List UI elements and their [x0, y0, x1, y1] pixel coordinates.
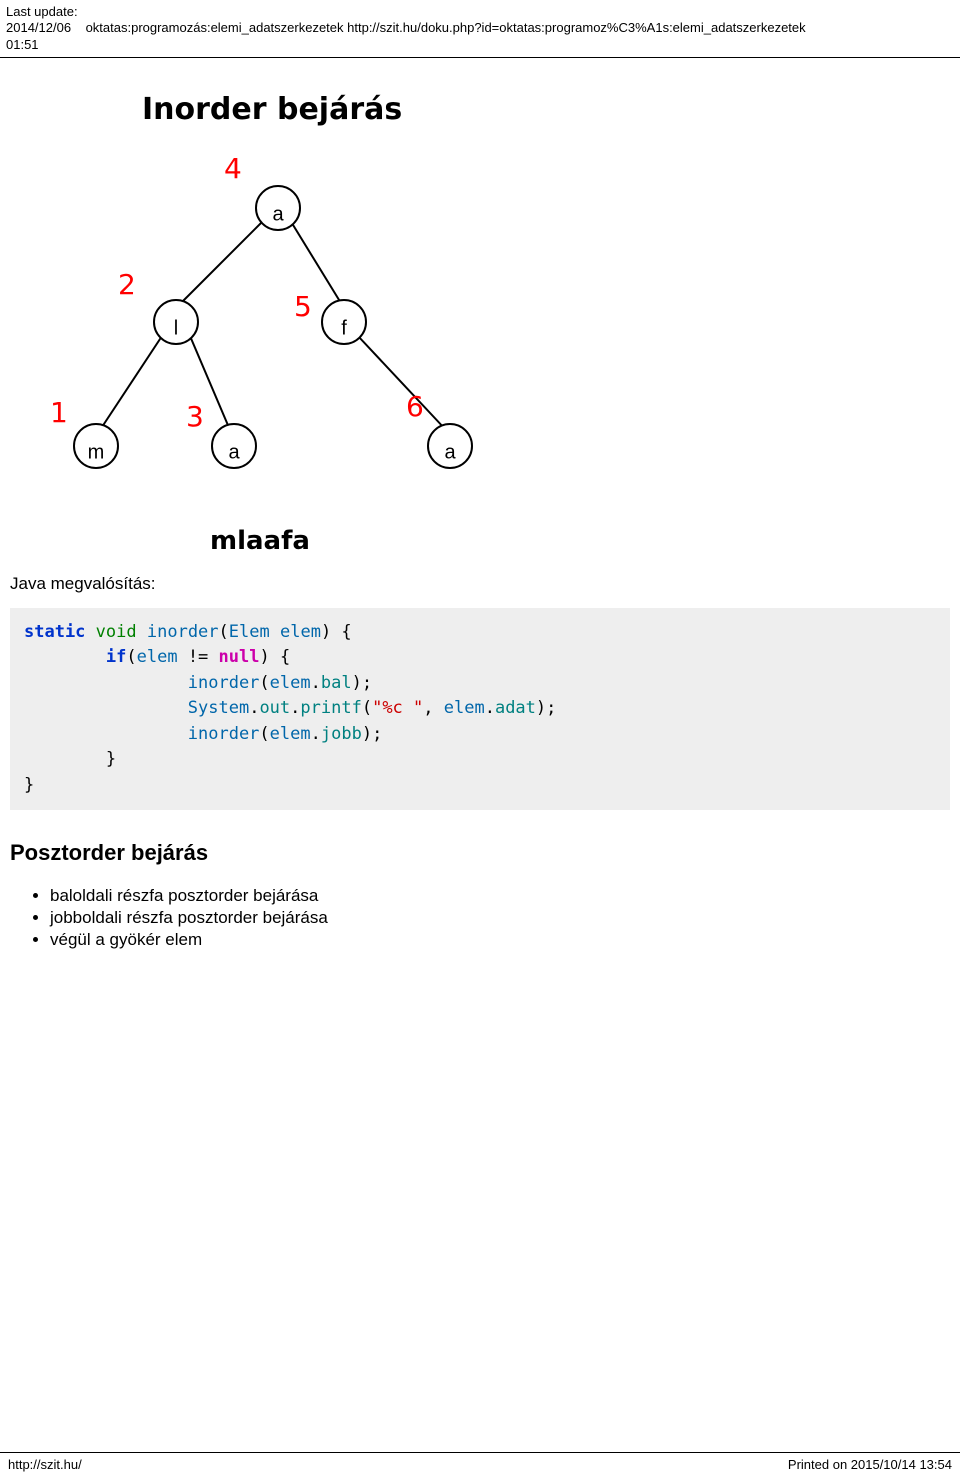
kw-null: null — [219, 647, 260, 667]
out: out — [259, 698, 290, 718]
type-elem: Elem — [229, 622, 270, 642]
order-1: 1 — [50, 396, 68, 429]
last-update-block: Last update: 2014/12/06 01:51 — [6, 4, 78, 53]
list-item: baloldali részfa posztorder bejárása — [50, 886, 950, 906]
posztorder-list: baloldali részfa posztorder bejárása job… — [50, 886, 950, 950]
content-area: Inorder bejárás — [0, 58, 960, 1424]
breadcrumb-text: oktatas:programozás:elemi_adatszerkezete… — [86, 20, 806, 35]
node-l-label: l — [174, 317, 178, 339]
last-update-label: Last update: — [6, 4, 78, 19]
page-header: Last update: 2014/12/06 01:51 oktatas:pr… — [0, 0, 960, 55]
code-block-inorder: static void inorder(Elem elem) { if(elem… — [10, 608, 950, 811]
field-bal: bal — [321, 673, 352, 693]
var-elem: elem — [280, 622, 321, 642]
diagram-result: mlaafa — [210, 526, 310, 556]
var-elem-4: elem — [444, 698, 485, 718]
fn-inorder: inorder — [147, 622, 219, 642]
field-jobb: jobb — [321, 724, 362, 744]
breadcrumb: oktatas:programozás:elemi_adatszerkezete… — [86, 4, 806, 37]
order-3: 3 — [186, 400, 204, 433]
var-elem-2: elem — [137, 647, 178, 667]
fn-inorder-3: inorder — [188, 724, 260, 744]
kw-if: if — [106, 647, 126, 667]
footer-right: Printed on 2015/10/14 13:54 — [788, 1457, 952, 1472]
last-update-date: 2014/12/06 — [6, 20, 71, 35]
node-f-label: f — [341, 317, 347, 339]
order-2: 2 — [118, 268, 136, 301]
order-4: 4 — [224, 152, 242, 185]
var-elem-5: elem — [270, 724, 311, 744]
footer-left: http://szit.hu/ — [8, 1457, 82, 1472]
sys: System — [188, 698, 249, 718]
order-6: 6 — [406, 390, 424, 423]
fmt-str: "%c " — [372, 698, 423, 718]
list-item: végül a gyökér elem — [50, 930, 950, 950]
posztorder-heading: Posztorder bejárás — [10, 840, 950, 866]
page-footer: http://szit.hu/ Printed on 2015/10/14 13… — [0, 1452, 960, 1478]
kw-void: void — [96, 622, 137, 642]
printf: printf — [300, 698, 361, 718]
last-update-time: 01:51 — [6, 37, 39, 52]
kw-static: static — [24, 622, 85, 642]
node-a3-label: a — [444, 441, 456, 463]
java-impl-label: Java megvalósítás: — [10, 574, 950, 594]
field-adat: adat — [495, 698, 536, 718]
diagram-title: Inorder bejárás — [142, 92, 402, 127]
var-elem-3: elem — [270, 673, 311, 693]
node-m-label: m — [88, 441, 105, 463]
node-a2-label: a — [228, 441, 240, 463]
node-root-label: a — [272, 203, 284, 225]
order-5: 5 — [294, 290, 312, 323]
list-item: jobboldali részfa posztorder bejárása — [50, 908, 950, 928]
fn-inorder-2: inorder — [188, 673, 260, 693]
inorder-tree-diagram: Inorder bejárás — [10, 74, 490, 554]
tree-svg: a l f m a a — [10, 74, 490, 554]
